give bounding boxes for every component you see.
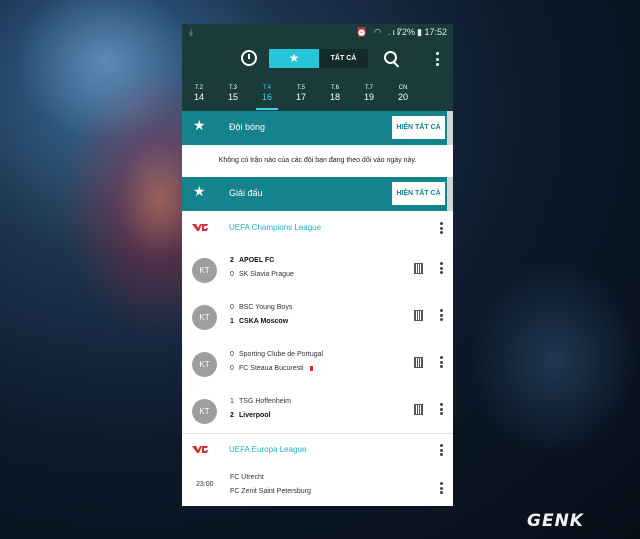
battery-percent: 72% [396, 27, 415, 37]
match-status-badge: KT [192, 352, 217, 377]
home-team-row: FC Utrecht [230, 474, 264, 481]
home-score: 0 [230, 351, 234, 358]
away-score: 1 [230, 318, 234, 325]
match-row[interactable]: KT 1 TSG Hoffenheim 2 Liverpool [182, 392, 453, 438]
day-number: 15 [227, 92, 238, 102]
day-weekday: T.2 [194, 85, 203, 91]
away-team: FC Zenit Saint Petersburg [230, 488, 311, 495]
teams-section-title: Đội bóng [229, 122, 266, 132]
match-more-icon[interactable] [440, 403, 443, 415]
match-stats-icon[interactable] [414, 357, 423, 368]
league-header-champions[interactable]: UEFA Champions League [182, 215, 453, 241]
home-team-row: 1 TSG Hoffenheim [230, 398, 291, 405]
leagues-section-title: Giải đấu [229, 188, 263, 198]
league-more-icon[interactable] [440, 444, 443, 456]
home-team-row: 2 APOEL FC [230, 257, 274, 264]
away-team: FC Steaua Bucuresti [239, 365, 304, 372]
download-icon: ⤓ [189, 27, 193, 37]
background-nebula-right [470, 260, 640, 460]
away-score: 0 [230, 271, 234, 278]
home-team-row: 0 BSC Young Boys [230, 304, 292, 311]
away-team-row: 2 Liverpool [230, 412, 271, 419]
away-team-row: FC Zenit Saint Petersburg [230, 488, 311, 495]
match-row[interactable]: 23:00 FC Utrecht FC Zenit Saint Petersbu… [182, 472, 453, 506]
match-row[interactable]: KT 2 APOEL FC 0 SK Slavia Prague [182, 251, 453, 297]
tab-favorites[interactable]: ★ [269, 49, 319, 68]
overflow-menu-icon[interactable] [436, 52, 439, 66]
phone-screen: ⤓ ⏰ ◠ .ıl 72% ▮ 17:52 ★ TẤT CẢ T.2 14 T.3… [182, 24, 453, 506]
home-team: FC Utrecht [230, 474, 264, 481]
home-score: 1 [230, 398, 234, 405]
away-team-row: 0 FC Steaua Bucuresti [230, 365, 313, 372]
header-edge [447, 111, 453, 145]
match-stats-icon[interactable] [414, 263, 423, 274]
match-kickoff-time: 23:00 [196, 481, 214, 488]
show-all-teams-button[interactable]: HIỆN TẤT CẢ [392, 116, 445, 139]
match-more-icon[interactable] [440, 309, 443, 321]
section-divider [182, 433, 453, 434]
match-more-icon[interactable] [440, 356, 443, 368]
match-more-icon[interactable] [440, 262, 443, 274]
no-matches-notice: Không có trận nào của các đội bạn đang t… [182, 146, 453, 176]
home-team: APOEL FC [239, 257, 275, 264]
away-score: 0 [230, 365, 234, 372]
day-number: 19 [363, 92, 374, 102]
home-team: Sporting Clube de Portugal [239, 351, 324, 358]
away-team: Liverpool [239, 412, 271, 419]
day-number: 17 [295, 92, 306, 102]
watermark-logo: GENK [527, 511, 584, 531]
league-logo-icon [192, 445, 208, 454]
league-more-icon[interactable] [440, 222, 443, 234]
clock-icon[interactable] [241, 50, 257, 66]
match-status-badge: KT [192, 258, 217, 283]
top-app-bar: ★ TẤT CẢ [182, 41, 453, 83]
home-score: 2 [230, 257, 234, 264]
header-edge [447, 177, 453, 211]
league-logo-icon [192, 223, 208, 232]
day-number: 16 [261, 92, 272, 102]
star-icon: ★ [288, 51, 300, 65]
home-team: TSG Hoffenheim [239, 398, 292, 405]
match-status-badge: KT [192, 399, 217, 424]
league-name: UEFA Champions League [229, 223, 322, 232]
status-icons: ⏰ ◠ .ıl [355, 27, 401, 37]
match-stats-icon[interactable] [414, 404, 423, 415]
home-team: BSC Young Boys [239, 304, 293, 311]
filter-segment: ★ TẤT CẢ [269, 49, 368, 68]
match-row[interactable]: KT 0 BSC Young Boys 1 CSKA Moscow [182, 298, 453, 344]
day-number: 14 [193, 92, 204, 102]
home-score: 0 [230, 304, 234, 311]
away-team: SK Slavia Prague [239, 271, 294, 278]
day-weekday: T.7 [364, 85, 373, 91]
day-weekday: T.3 [228, 85, 237, 91]
day-weekday: T.6 [330, 85, 339, 91]
away-team: CSKA Moscow [239, 318, 289, 325]
teams-section-header: ★ Đội bóng HIỆN TẤT CẢ [182, 111, 447, 145]
day-weekday: CN [398, 85, 408, 91]
day-number: 18 [329, 92, 340, 102]
star-icon: ★ [193, 117, 206, 133]
match-stats-icon[interactable] [414, 310, 423, 321]
league-header-europa[interactable]: UEFA Europa League [182, 437, 453, 463]
show-all-leagues-button[interactable]: HIỆN TẤT CẢ [392, 182, 445, 205]
match-more-icon[interactable] [440, 482, 443, 494]
tab-all[interactable]: TẤT CẢ [319, 49, 368, 68]
match-status-badge: KT [192, 305, 217, 330]
away-team-row: 1 CSKA Moscow [230, 318, 288, 325]
star-icon: ★ [193, 183, 206, 199]
match-row[interactable]: KT 0 Sporting Clube de Portugal 0 FC Steau… [182, 345, 453, 391]
league-name: UEFA Europa League [229, 445, 307, 454]
away-score: 2 [230, 412, 234, 419]
status-time: ▮ 17:52 [417, 27, 447, 37]
day-weekday: T.4 [262, 85, 271, 91]
status-bar: ⤓ ⏰ ◠ .ıl 72% ▮ 17:52 [182, 24, 453, 41]
day-number: 20 [397, 92, 408, 102]
search-icon[interactable] [384, 51, 397, 64]
red-card-icon [309, 365, 313, 371]
day-weekday: T.5 [296, 85, 305, 91]
leagues-section-header: ★ Giải đấu HIỆN TẤT CẢ [182, 177, 447, 211]
home-team-row: 0 Sporting Clube de Portugal [230, 351, 323, 358]
away-team-row: 0 SK Slavia Prague [230, 271, 294, 278]
